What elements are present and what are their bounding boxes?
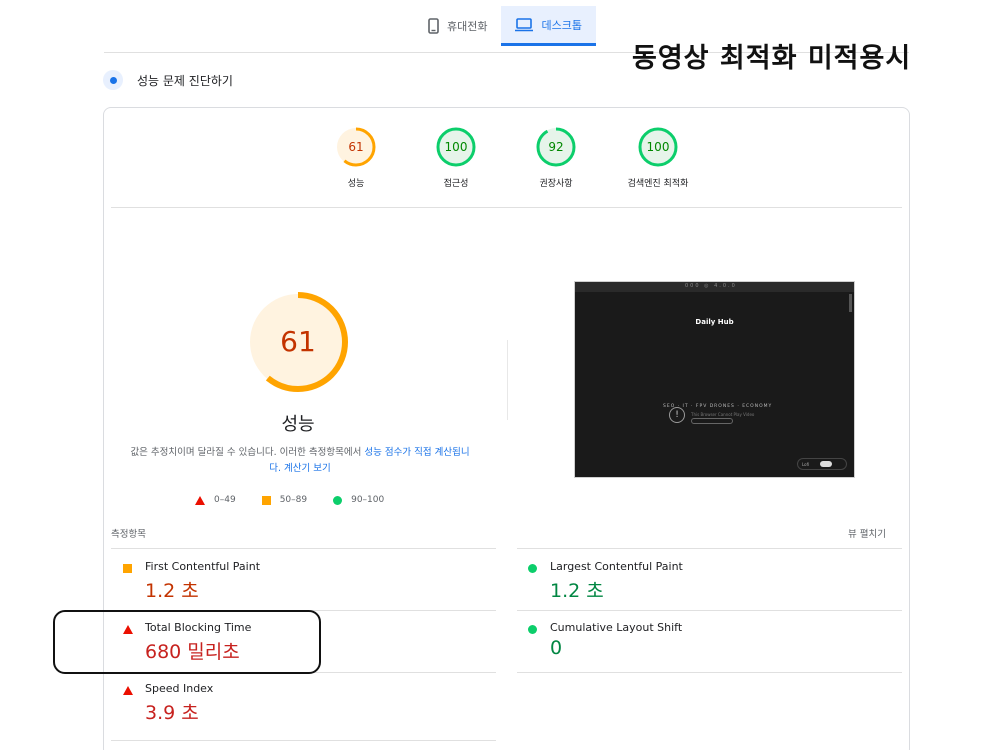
gauge-score: 61 xyxy=(348,140,364,154)
metric-name: Cumulative Layout Shift xyxy=(550,621,683,634)
screenshot-toggle: Lofi xyxy=(797,458,847,470)
metric-value: 1.2 초 xyxy=(550,580,604,602)
warning-icon: ! xyxy=(669,407,685,423)
gauge-performance[interactable]: 61 성능 xyxy=(301,126,411,189)
diagnose-icon xyxy=(103,70,123,90)
screenshot-button xyxy=(691,418,733,424)
tab-mobile[interactable]: 휴대전화 xyxy=(414,6,501,46)
gauge-label: 접근성 xyxy=(443,179,469,189)
gauge-best-practices[interactable]: 92 권장사항 xyxy=(501,126,611,189)
tab-mobile-label: 휴대전화 xyxy=(447,20,488,33)
legend-poor: 0–49 xyxy=(195,495,236,505)
vertical-divider xyxy=(507,340,508,420)
circle-icon xyxy=(528,564,537,573)
calculator-link[interactable]: 계산기 보기 xyxy=(284,463,331,474)
overlay-caption: 동영상 최적화 미적용시 xyxy=(632,43,912,74)
phone-icon xyxy=(428,18,439,34)
legend-label: 90–100 xyxy=(351,495,385,505)
page-screenshot[interactable]: 000 ◎ 4.0.0 Daily Hub SEO · IT · FPV DRO… xyxy=(574,281,855,478)
circle-icon xyxy=(333,495,343,505)
tab-desktop[interactable]: 데스크톱 xyxy=(501,6,596,46)
tab-desktop-label: 데스크톱 xyxy=(541,18,582,32)
legend-average: 50–89 xyxy=(261,495,308,505)
score-note: 값은 추정치이며 달라질 수 있습니다. 이러한 측정항목에서 성능 점수가 직… xyxy=(130,445,470,477)
device-tabs: 휴대전화 데스크톱 xyxy=(414,6,596,46)
metric-value: 1.2 초 xyxy=(145,580,199,602)
metrics-heading: 측정항목 xyxy=(111,529,146,540)
triangle-icon xyxy=(195,495,205,505)
metric-value: 0 xyxy=(550,637,563,659)
highlight-annotation xyxy=(53,610,321,674)
metric-name: Speed Index xyxy=(145,682,214,695)
diagnose-header: 성능 문제 진단하기 xyxy=(103,70,233,90)
main-score-label: 성능 xyxy=(281,414,315,435)
square-icon xyxy=(261,495,271,505)
main-score-value: 61 xyxy=(280,325,316,358)
triangle-icon xyxy=(123,686,133,695)
gauge-score: 92 xyxy=(548,140,564,154)
toggle-label: Lofi xyxy=(802,462,810,467)
screenshot-subtext: This Browser Cannot Play Video xyxy=(691,412,755,417)
row-divider xyxy=(517,672,902,673)
card-divider xyxy=(111,207,902,208)
gauge-accessibility[interactable]: 100 접근성 xyxy=(401,126,511,189)
circle-icon xyxy=(528,625,537,634)
expand-view-button[interactable]: 뷰 펼치기 xyxy=(848,526,886,540)
gauge-label: 권장사항 xyxy=(539,179,573,189)
row-divider xyxy=(111,740,496,741)
diagnose-title: 성능 문제 진단하기 xyxy=(137,73,233,88)
gauge-score: 100 xyxy=(646,140,670,154)
screenshot-title: Daily Hub xyxy=(695,318,734,326)
row-divider xyxy=(517,548,902,549)
legend-label: 0–49 xyxy=(214,495,236,505)
square-icon xyxy=(123,564,132,573)
legend-label: 50–89 xyxy=(279,495,308,505)
metric-name: Largest Contentful Paint xyxy=(550,560,683,573)
legend-good: 90–100 xyxy=(333,495,384,505)
desktop-icon xyxy=(515,17,534,32)
screenshot-nav: 000 ◎ 4.0.0 xyxy=(685,283,737,289)
metric-name: First Contentful Paint xyxy=(145,560,261,573)
gauge-seo[interactable]: 100 검색엔진 최적화 xyxy=(603,126,713,189)
gauge-label: 성능 xyxy=(347,179,365,189)
metric-value: 3.9 초 xyxy=(145,702,199,724)
note-text: 값은 추정치이며 달라질 수 있습니다. 이러한 측정항목에서 xyxy=(130,447,365,458)
row-divider xyxy=(517,610,902,611)
score-gauges: 61 성능 100 접근성 92 권장사항 100 검색엔진 최적화 xyxy=(0,126,1000,196)
score-legend: 0–49 50–89 90–100 xyxy=(195,495,410,505)
row-divider xyxy=(111,548,496,549)
gauge-label: 검색엔진 최적화 xyxy=(627,179,689,189)
gauge-score: 100 xyxy=(444,140,468,154)
toggle-knob xyxy=(820,461,832,467)
screenshot-scrollbar xyxy=(849,294,852,312)
